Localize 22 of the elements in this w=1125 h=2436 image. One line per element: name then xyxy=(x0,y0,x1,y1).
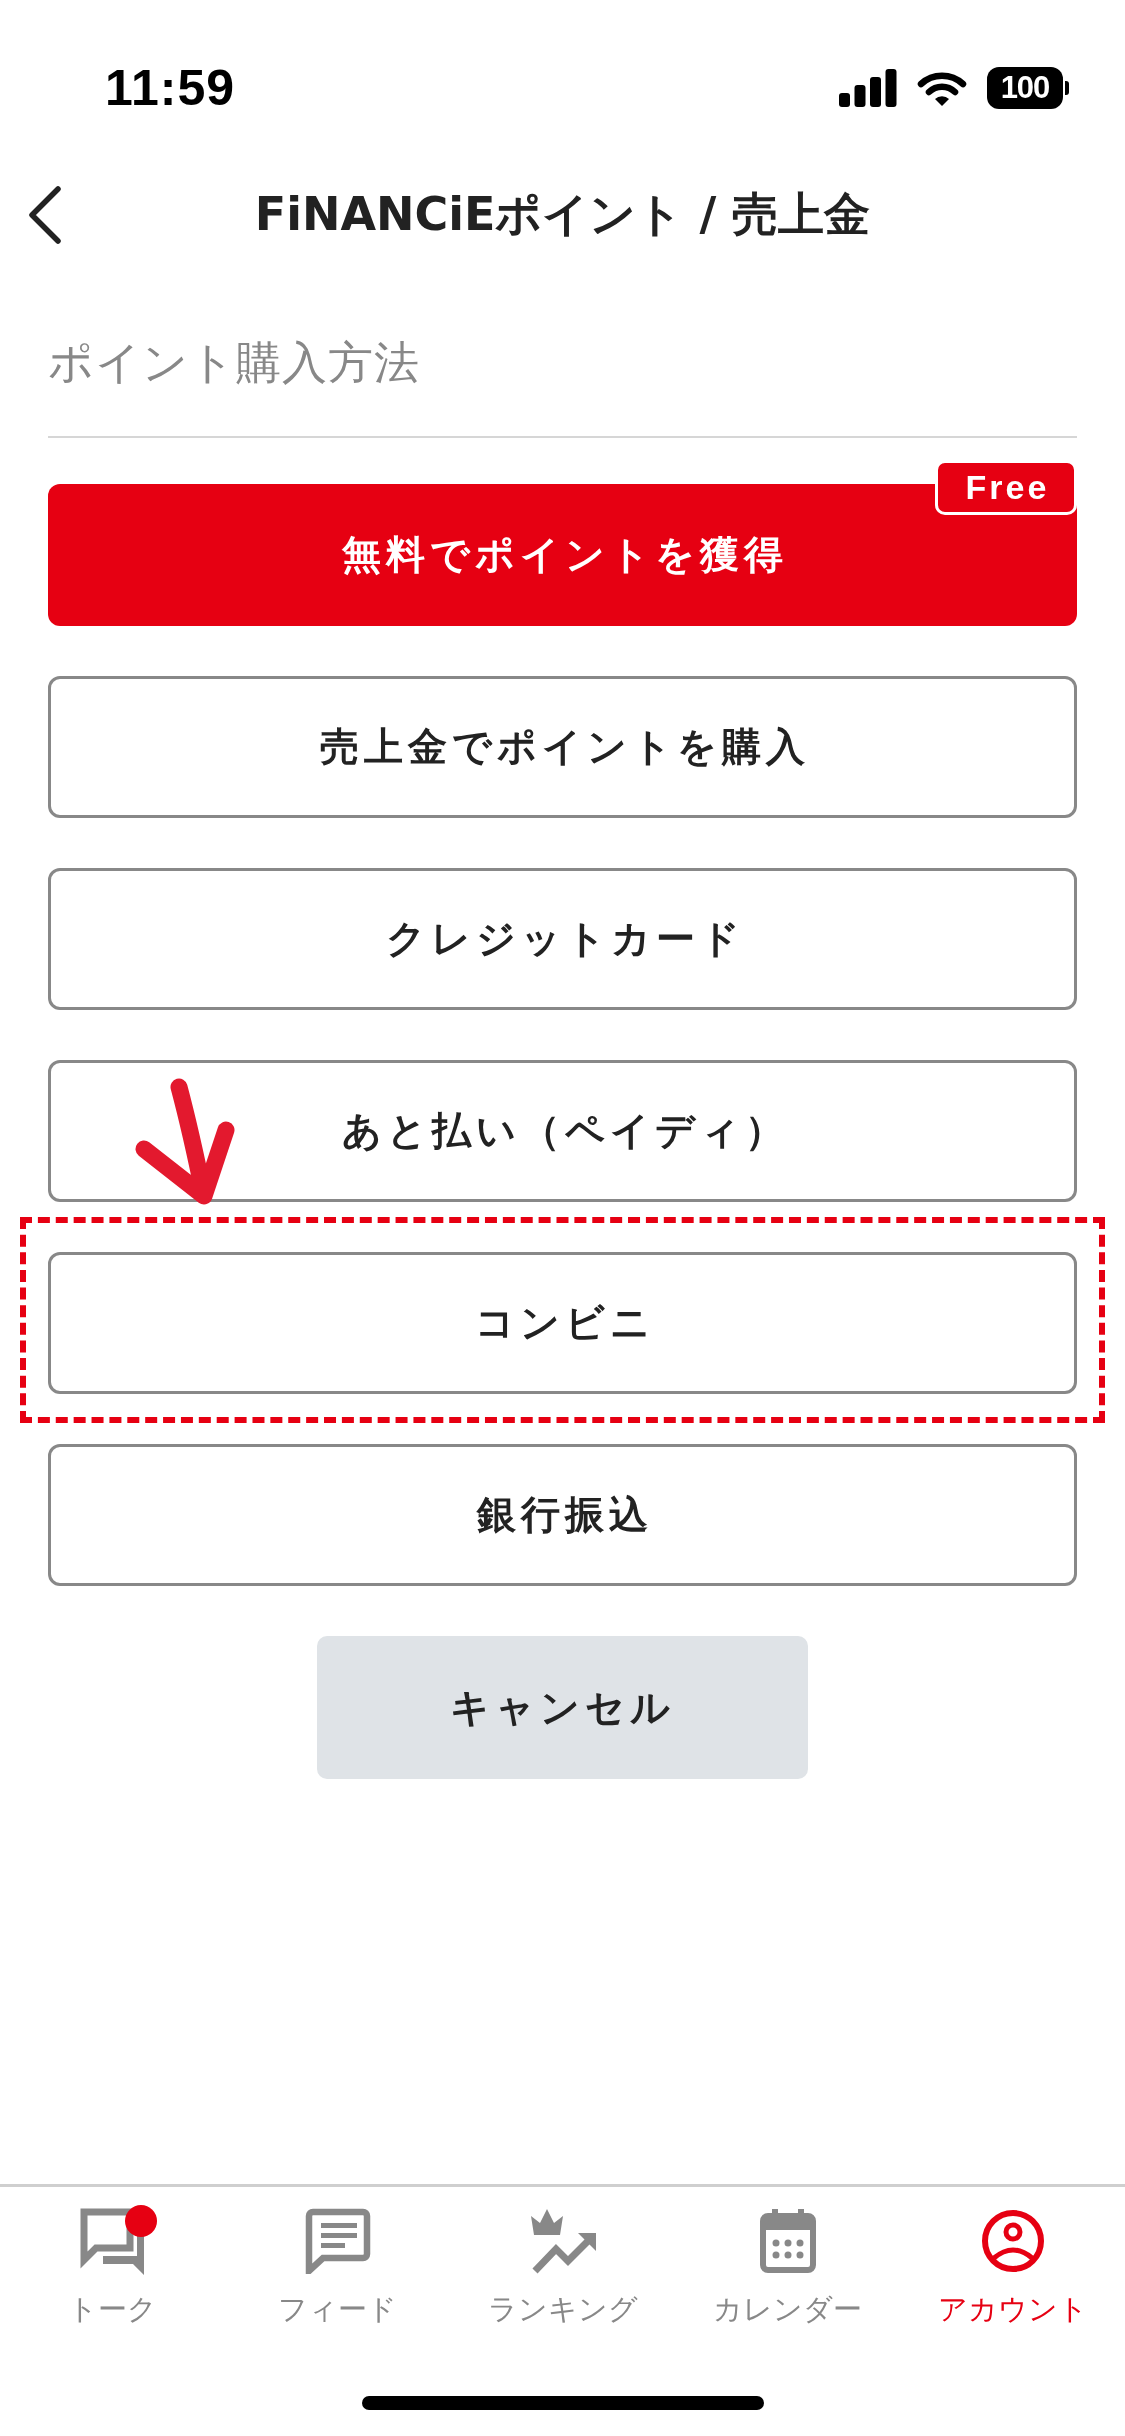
battery-indicator: 100 xyxy=(987,67,1069,109)
free-badge: Free xyxy=(935,460,1077,515)
payment-option-button[interactable]: 銀行振込 xyxy=(48,1444,1077,1586)
message-icon xyxy=(304,2208,371,2274)
page-title: FiNANCiEポイント / 売上金 xyxy=(254,186,871,243)
tab-bar-item[interactable]: アカウント xyxy=(900,2205,1125,2329)
chevron-left-icon xyxy=(26,185,64,245)
cancel-button[interactable]: キャンセル xyxy=(317,1636,808,1779)
status-time: 11:59 xyxy=(105,59,236,117)
payment-option-button[interactable]: コンビニ xyxy=(48,1252,1077,1394)
tab-bar-item[interactable]: フィード xyxy=(225,2205,450,2329)
section-title: ポイント購入方法 xyxy=(48,335,420,391)
payment-option-button[interactable]: 売上金でポイントを購入 xyxy=(48,676,1077,818)
tab-bar-item[interactable]: トーク xyxy=(0,2205,225,2329)
annotation-arrow-icon xyxy=(133,1077,236,1207)
payment-option-button[interactable]: クレジットカード xyxy=(48,868,1077,1010)
payment-option-button[interactable]: あと払い（ペイディ） xyxy=(48,1060,1077,1202)
signal-icon xyxy=(839,69,897,107)
tab-bar-item[interactable]: カレンダー xyxy=(675,2205,900,2329)
tab-bar-item[interactable]: ランキング xyxy=(450,2205,675,2329)
calendar-icon xyxy=(759,2209,816,2273)
user-circle-icon xyxy=(980,2209,1045,2273)
